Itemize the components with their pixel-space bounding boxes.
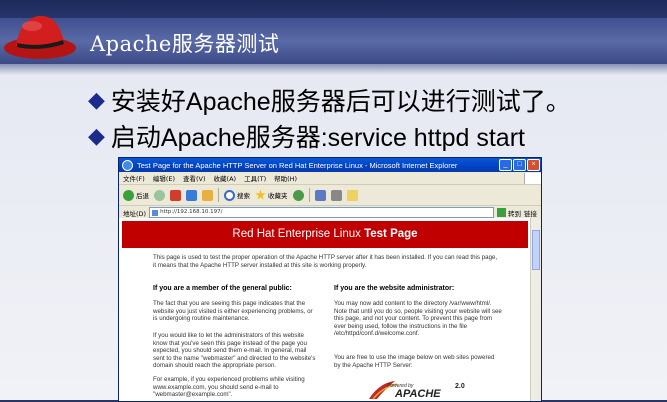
toolbar-divider (218, 188, 219, 202)
star-icon (255, 189, 266, 200)
close-button[interactable]: × (527, 159, 540, 171)
banner-bold-text: Test Page (364, 228, 418, 240)
go-arrow-icon (497, 208, 506, 217)
bullet-text: 安装好Apache服务器后可以进行测试了。 (110, 88, 571, 116)
intro-paragraph: This page is used to test the proper ope… (153, 254, 498, 269)
public-paragraph: For example, if you experienced problems… (153, 376, 305, 399)
print-icon[interactable] (330, 189, 342, 201)
forward-arrow-icon[interactable] (154, 189, 165, 201)
browser-window: Test Page for the Apache HTTP Server on … (118, 157, 542, 402)
favorites-button[interactable]: 收藏夹 (255, 189, 288, 201)
red-hat-logo (4, 15, 76, 59)
refresh-icon[interactable] (186, 189, 197, 201)
stop-icon[interactable] (170, 189, 181, 201)
bullet-item: ◆ 安装好Apache服务器后可以进行测试了。 (88, 82, 571, 118)
test-page-banner: Red Hat Enterprise Linux Test Page (122, 221, 528, 248)
menu-bar: 文件(F) 编辑(E) 查看(V) 收藏(A) 工具(T) 帮助(H) (119, 172, 541, 185)
page-icon (152, 209, 159, 216)
banner-text: Red Hat Enterprise Linux (232, 228, 365, 240)
public-paragraph: If you would like to let the administrat… (153, 332, 316, 370)
favorites-label: 收藏夹 (268, 192, 288, 200)
minimize-button[interactable]: _ (499, 159, 512, 171)
browser-title-bar[interactable]: Test Page for the Apache HTTP Server on … (119, 158, 541, 172)
toolbar: 后退 搜索 收藏夹 (119, 185, 541, 206)
maximize-button[interactable]: □ (513, 159, 526, 171)
mail-icon[interactable] (314, 189, 326, 201)
vertical-scrollbar[interactable] (530, 218, 541, 401)
powered-by-apache-logo[interactable]: Powered by APACHE 2.0 (365, 379, 471, 401)
apache-text: APACHE (394, 388, 441, 400)
address-label: 地址(D) (123, 209, 147, 218)
toolbar-divider (308, 188, 310, 202)
diamond-bullet-icon: ◆ (88, 123, 105, 148)
bullet-item: ◆ 启动Apache服务器:service httpd start (88, 118, 525, 154)
admin-paragraph: You may now add content to the directory… (334, 300, 502, 338)
internet-explorer-icon (122, 159, 133, 171)
back-button[interactable]: 后退 (123, 189, 149, 201)
go-label: 转到 (508, 209, 521, 218)
slide-title: Apache服务器测试 (90, 32, 280, 56)
menu-edit[interactable]: 编辑(E) (153, 173, 175, 183)
menu-file[interactable]: 文件(F) (123, 173, 145, 183)
search-button[interactable]: 搜索 (224, 189, 250, 201)
admin-paragraph: You are free to use the image below on w… (334, 354, 495, 369)
scrollbar-thumb[interactable] (532, 230, 540, 270)
page-content: Red Hat Enterprise Linux Test Page This … (119, 218, 541, 401)
search-label: 搜索 (237, 192, 250, 200)
public-heading: If you are a member of the general publi… (153, 285, 292, 292)
version-text: 2.0 (455, 383, 465, 390)
folder-icon[interactable] (346, 189, 358, 201)
menu-help[interactable]: 帮助(H) (274, 173, 297, 183)
back-label: 后退 (136, 192, 149, 200)
home-icon[interactable] (202, 189, 213, 201)
public-paragraph: The fact that you are seeing this page i… (153, 300, 313, 323)
menu-favorites[interactable]: 收藏(A) (214, 173, 237, 183)
window-title: Test Page for the Apache HTTP Server on … (137, 160, 458, 170)
back-arrow-icon (123, 189, 134, 201)
media-icon[interactable] (292, 189, 304, 201)
links-button[interactable]: 链接 (524, 208, 537, 218)
menu-tools[interactable]: 工具(T) (244, 173, 266, 183)
admin-heading: If you are the website administrator: (334, 285, 455, 292)
search-icon (224, 189, 235, 201)
address-value: http://192.168.10.197/ (160, 209, 223, 215)
go-button[interactable]: 转到 (497, 208, 521, 218)
bullet-text: 启动Apache服务器:service httpd start (110, 124, 525, 152)
windows-logo-icon (524, 172, 541, 184)
address-input[interactable]: http://192.168.10.197/ (149, 207, 494, 218)
menu-view[interactable]: 查看(V) (183, 173, 206, 183)
diamond-bullet-icon: ◆ (88, 87, 105, 112)
